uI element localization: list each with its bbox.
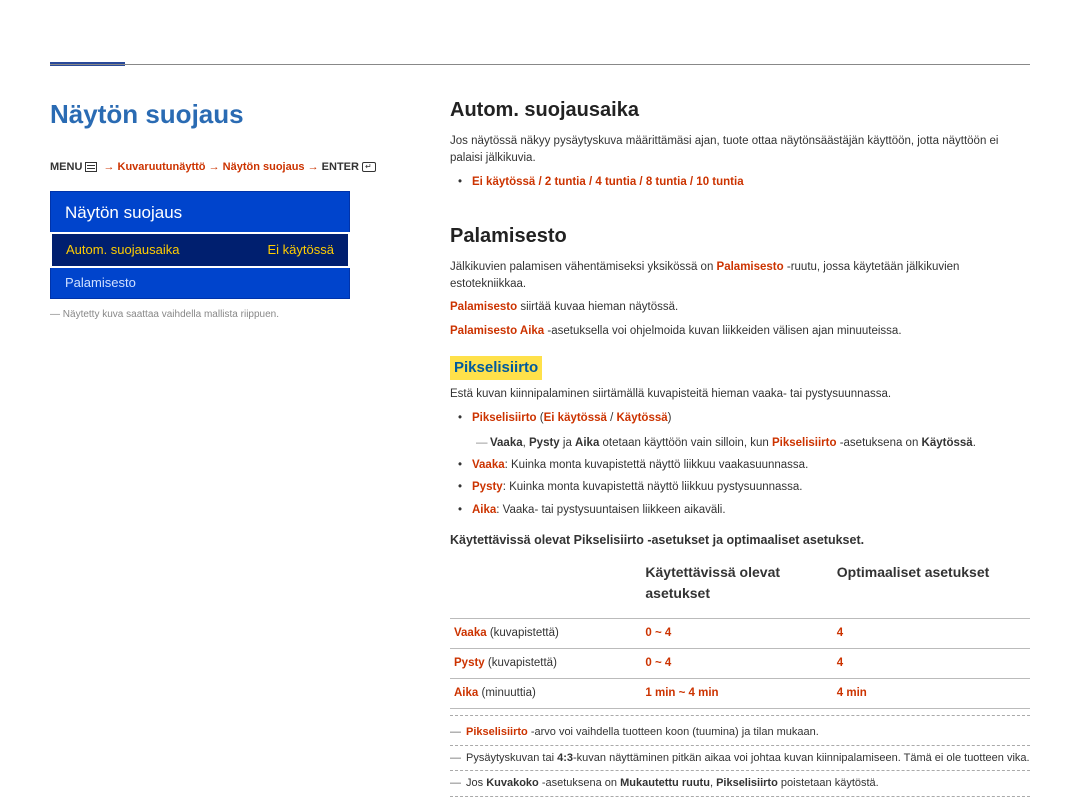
- enter-icon: [362, 162, 376, 172]
- osd-title: Näytön suojaus: [51, 192, 349, 234]
- right-column: Autom. suojausaika Jos näytössä näkyy py…: [430, 95, 1030, 797]
- header-divider: [50, 64, 1030, 65]
- section1-bullets: Ei käytössä / 2 tuntia / 4 tuntia / 8 tu…: [450, 174, 1030, 191]
- sub-bullet-aika: Aika: Vaaka- tai pystysuuntaisen liikkee…: [472, 502, 1030, 519]
- osd-row-label: Autom. suojausaika: [66, 240, 179, 260]
- breadcrumb-part-1: Kuvaruutunäyttö: [118, 161, 206, 173]
- section1-body: Jos näytössä näkyy pysäytyskuva määrittä…: [450, 133, 1030, 168]
- table-row: Pysty (kuvapistettä) 0 ~ 4 4: [450, 648, 1030, 678]
- section2-body-3: Palamisesto Aika -asetuksella voi ohjelm…: [450, 323, 1030, 340]
- section2-body-2: Palamisesto siirtää kuvaa hieman näytöss…: [450, 299, 1030, 316]
- section-title-autom: Autom. suojausaika: [450, 95, 1030, 125]
- footnote-2: Pysäytyskuvan tai 4:3-kuvan näyttäminen …: [450, 746, 1030, 772]
- breadcrumb-arrow-2: →: [209, 161, 220, 173]
- osd-row-palamisesto[interactable]: Palamisesto: [51, 267, 349, 299]
- footnote-3: Jos Kuvakoko -asetuksena on Mukautettu r…: [450, 771, 1030, 797]
- breadcrumb-arrow-1: →: [103, 161, 114, 173]
- section2-body-1: Jälkikuvien palamisen vähentämiseksi yks…: [450, 259, 1030, 294]
- page-content: Näytön suojaus MENU → Kuvaruutunäyttö → …: [50, 95, 1030, 797]
- sub-bullet-vaaka: Vaaka: Kuinka monta kuvapistettä näyttö …: [472, 457, 1030, 474]
- footnote-1: Pikselisiirto -arvo voi vaihdella tuotte…: [450, 720, 1030, 746]
- settings-table: Käytettävissä olevat asetukset Optimaali…: [450, 556, 1030, 710]
- subsection-pikselisiirto: Pikselisiirto: [450, 356, 542, 381]
- footnotes: Pikselisiirto -arvo voi vaihdella tuotte…: [450, 715, 1030, 797]
- table-row: Vaaka (kuvapistettä) 0 ~ 4 4: [450, 618, 1030, 648]
- breadcrumb-arrow-3: →: [308, 161, 319, 173]
- osd-menu-box: Näytön suojaus Autom. suojausaika Ei käy…: [50, 191, 350, 300]
- enter-label: ENTER: [322, 161, 359, 173]
- menu-label: MENU: [50, 161, 82, 173]
- breadcrumb: MENU → Kuvaruutunäyttö → Näytön suojaus …: [50, 159, 430, 176]
- page-title: Näytön suojaus: [50, 95, 430, 134]
- sub-bullet-1: Pikselisiirto (Ei käytössä / Käytössä): [472, 410, 1030, 427]
- sub-bullet-pysty: Pysty: Kuinka monta kuvapistettä näyttö …: [472, 479, 1030, 496]
- table-header-available: Käytettävissä olevat asetukset: [641, 556, 832, 619]
- osd-row-value: Ei käytössä: [268, 240, 334, 260]
- table-row: Aika (minuuttia) 1 min ~ 4 min 4 min: [450, 679, 1030, 709]
- sub-bullets-2: Vaaka: Kuinka monta kuvapistettä näyttö …: [450, 457, 1030, 519]
- menu-icon: [85, 162, 97, 172]
- sub-bullets: Pikselisiirto (Ei käytössä / Käytössä): [450, 410, 1030, 427]
- osd-footnote: Näytetty kuva saattaa vaihdella mallista…: [50, 307, 430, 322]
- osd-row-label: Palamisesto: [65, 273, 136, 293]
- sub-body: Estä kuvan kiinnipalaminen siirtämällä k…: [450, 386, 1030, 403]
- left-column: Näytön suojaus MENU → Kuvaruutunäyttö → …: [50, 95, 430, 797]
- osd-row-autom-suojausaika[interactable]: Autom. suojausaika Ei käytössä: [50, 232, 350, 268]
- section1-bullet-1: Ei käytössä / 2 tuntia / 4 tuntia / 8 tu…: [472, 174, 1030, 191]
- breadcrumb-part-2: Näytön suojaus: [223, 161, 305, 173]
- sub-note-1: Vaaka, Pysty ja Aika otetaan käyttöön va…: [450, 435, 1030, 452]
- table-title: Käytettävissä olevat Pikselisiirto -aset…: [450, 531, 1030, 550]
- table-header-optimal: Optimaaliset asetukset: [833, 556, 1030, 619]
- section-title-palamisesto: Palamisesto: [450, 221, 1030, 251]
